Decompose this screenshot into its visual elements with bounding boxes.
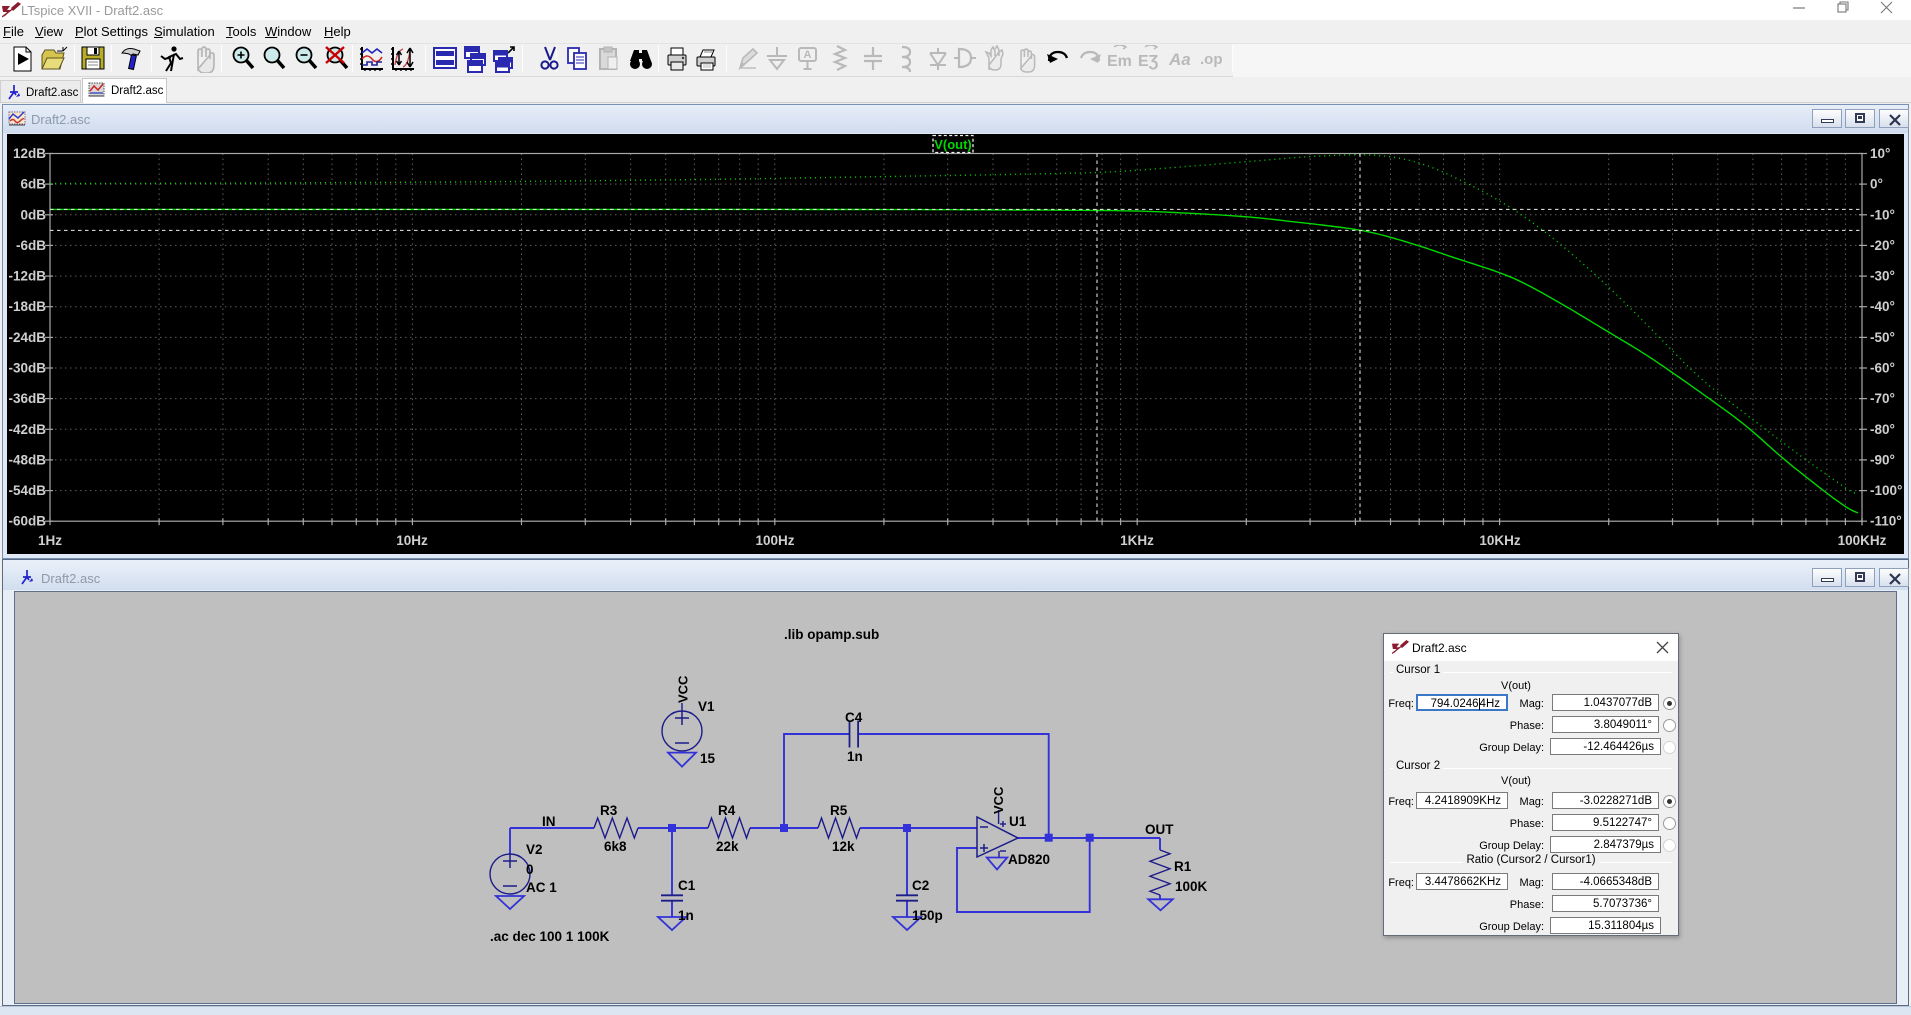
svg-text:.lib opamp.sub: .lib opamp.sub [784,627,879,642]
svg-text:-70°: -70° [1870,391,1895,406]
svg-text:-110°: -110° [1870,514,1902,529]
svg-text:-42dB: -42dB [8,422,46,437]
svg-text:1n: 1n [847,749,863,764]
svg-text:A: A [804,49,812,61]
svg-text:VCC: VCC [676,675,691,703]
svg-text:-30dB: -30dB [8,361,46,376]
svg-text:-24dB: -24dB [8,330,46,345]
svg-text:150p: 150p [912,908,943,923]
svg-text:1Hz: 1Hz [38,533,62,548]
svg-text:C1: C1 [678,878,696,893]
svg-text:R3: R3 [600,803,618,818]
svg-text:R1: R1 [1174,859,1192,874]
svg-text:15: 15 [700,751,716,766]
svg-text:1n: 1n [678,908,694,923]
svg-text:-100°: -100° [1870,483,1902,498]
svg-text:-6dB: -6dB [16,238,46,253]
svg-text:R5: R5 [830,803,848,818]
svg-text:12dB: 12dB [13,146,46,161]
svg-text:V1: V1 [698,699,715,714]
svg-text:10°: 10° [1870,146,1890,161]
svg-text:6dB: 6dB [20,177,46,192]
svg-text:EƷ: EƷ [1138,53,1159,70]
svg-text:100KHz: 100KHz [1838,533,1887,548]
svg-text:-36dB: -36dB [8,391,46,406]
svg-text:AC 1: AC 1 [526,880,557,895]
svg-text:-18dB: -18dB [8,299,46,314]
svg-text:12k: 12k [832,839,855,854]
svg-text:-40°: -40° [1870,299,1895,314]
svg-text:C2: C2 [912,878,929,893]
svg-text:VCC: VCC [991,786,1006,814]
svg-text:U1: U1 [1009,814,1027,829]
svg-text:-50°: -50° [1870,330,1895,345]
svg-text:0dB: 0dB [20,207,46,222]
svg-text:10Hz: 10Hz [396,533,428,548]
svg-text:10KHz: 10KHz [1479,533,1521,548]
svg-text:0: 0 [526,862,534,877]
svg-text:R4: R4 [718,803,736,818]
svg-text:0°: 0° [1870,177,1883,192]
svg-text:V(out): V(out) [934,137,972,152]
svg-text:-90°: -90° [1870,452,1895,467]
svg-text:-48dB: -48dB [8,452,46,467]
svg-text:.ac dec 100 1 100K: .ac dec 100 1 100K [490,929,610,944]
svg-text:-30°: -30° [1870,269,1895,284]
svg-text:IN: IN [542,814,556,829]
svg-text:-10°: -10° [1870,207,1895,222]
svg-text:C4: C4 [845,710,863,725]
svg-text:Aa: Aa [1169,50,1191,69]
svg-text:-20°: -20° [1870,238,1895,253]
svg-text:V2: V2 [526,842,543,857]
svg-text:AD820: AD820 [1008,852,1050,867]
svg-text:Em: Em [1107,53,1132,70]
svg-text:22k: 22k [716,839,739,854]
svg-text:100Hz: 100Hz [755,533,794,548]
svg-text:.op: .op [1200,51,1223,68]
svg-text:-60°: -60° [1870,361,1895,376]
svg-text:100K: 100K [1175,879,1208,894]
svg-text:-12dB: -12dB [8,269,46,284]
svg-text:-60dB: -60dB [8,514,46,529]
svg-text:6k8: 6k8 [604,839,627,854]
svg-text:1KHz: 1KHz [1120,533,1154,548]
svg-text:-80°: -80° [1870,422,1895,437]
svg-text:OUT: OUT [1145,822,1174,837]
svg-text:-54dB: -54dB [8,483,46,498]
